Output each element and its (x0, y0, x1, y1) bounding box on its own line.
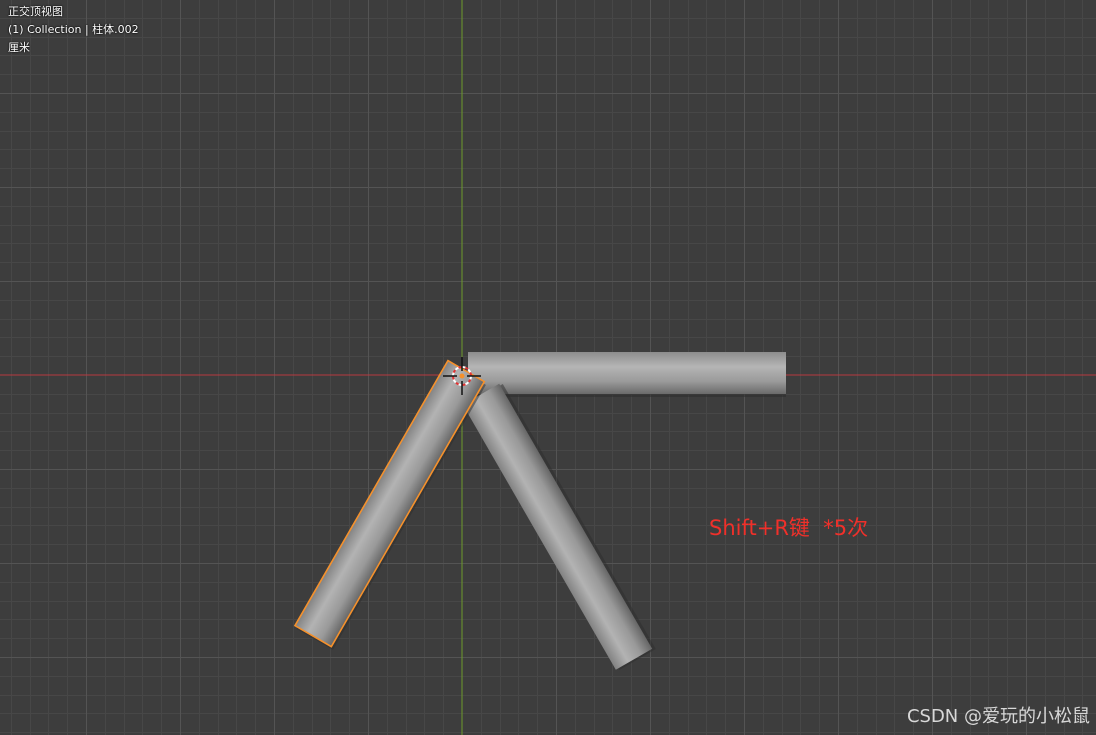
collection-info-label: (1) Collection | 柱体.002 (8, 23, 139, 36)
right-slanted-cylinder[interactable] (462, 382, 656, 671)
3d-viewport[interactable]: 正交顶视图 (1) Collection | 柱体.002 厘米 Shift+R… (0, 0, 1096, 735)
viewport-canvas[interactable] (0, 0, 1096, 735)
left-slanted-cylinder[interactable] (293, 359, 487, 650)
horizontal-cylinder[interactable] (468, 352, 786, 397)
unit-label: 厘米 (8, 41, 30, 54)
shortcut-annotation: Shift+R键 *5次 (709, 516, 869, 540)
view-name-label: 正交顶视图 (8, 5, 63, 18)
csdn-watermark: CSDN @爱玩的小松鼠 (906, 706, 1090, 727)
